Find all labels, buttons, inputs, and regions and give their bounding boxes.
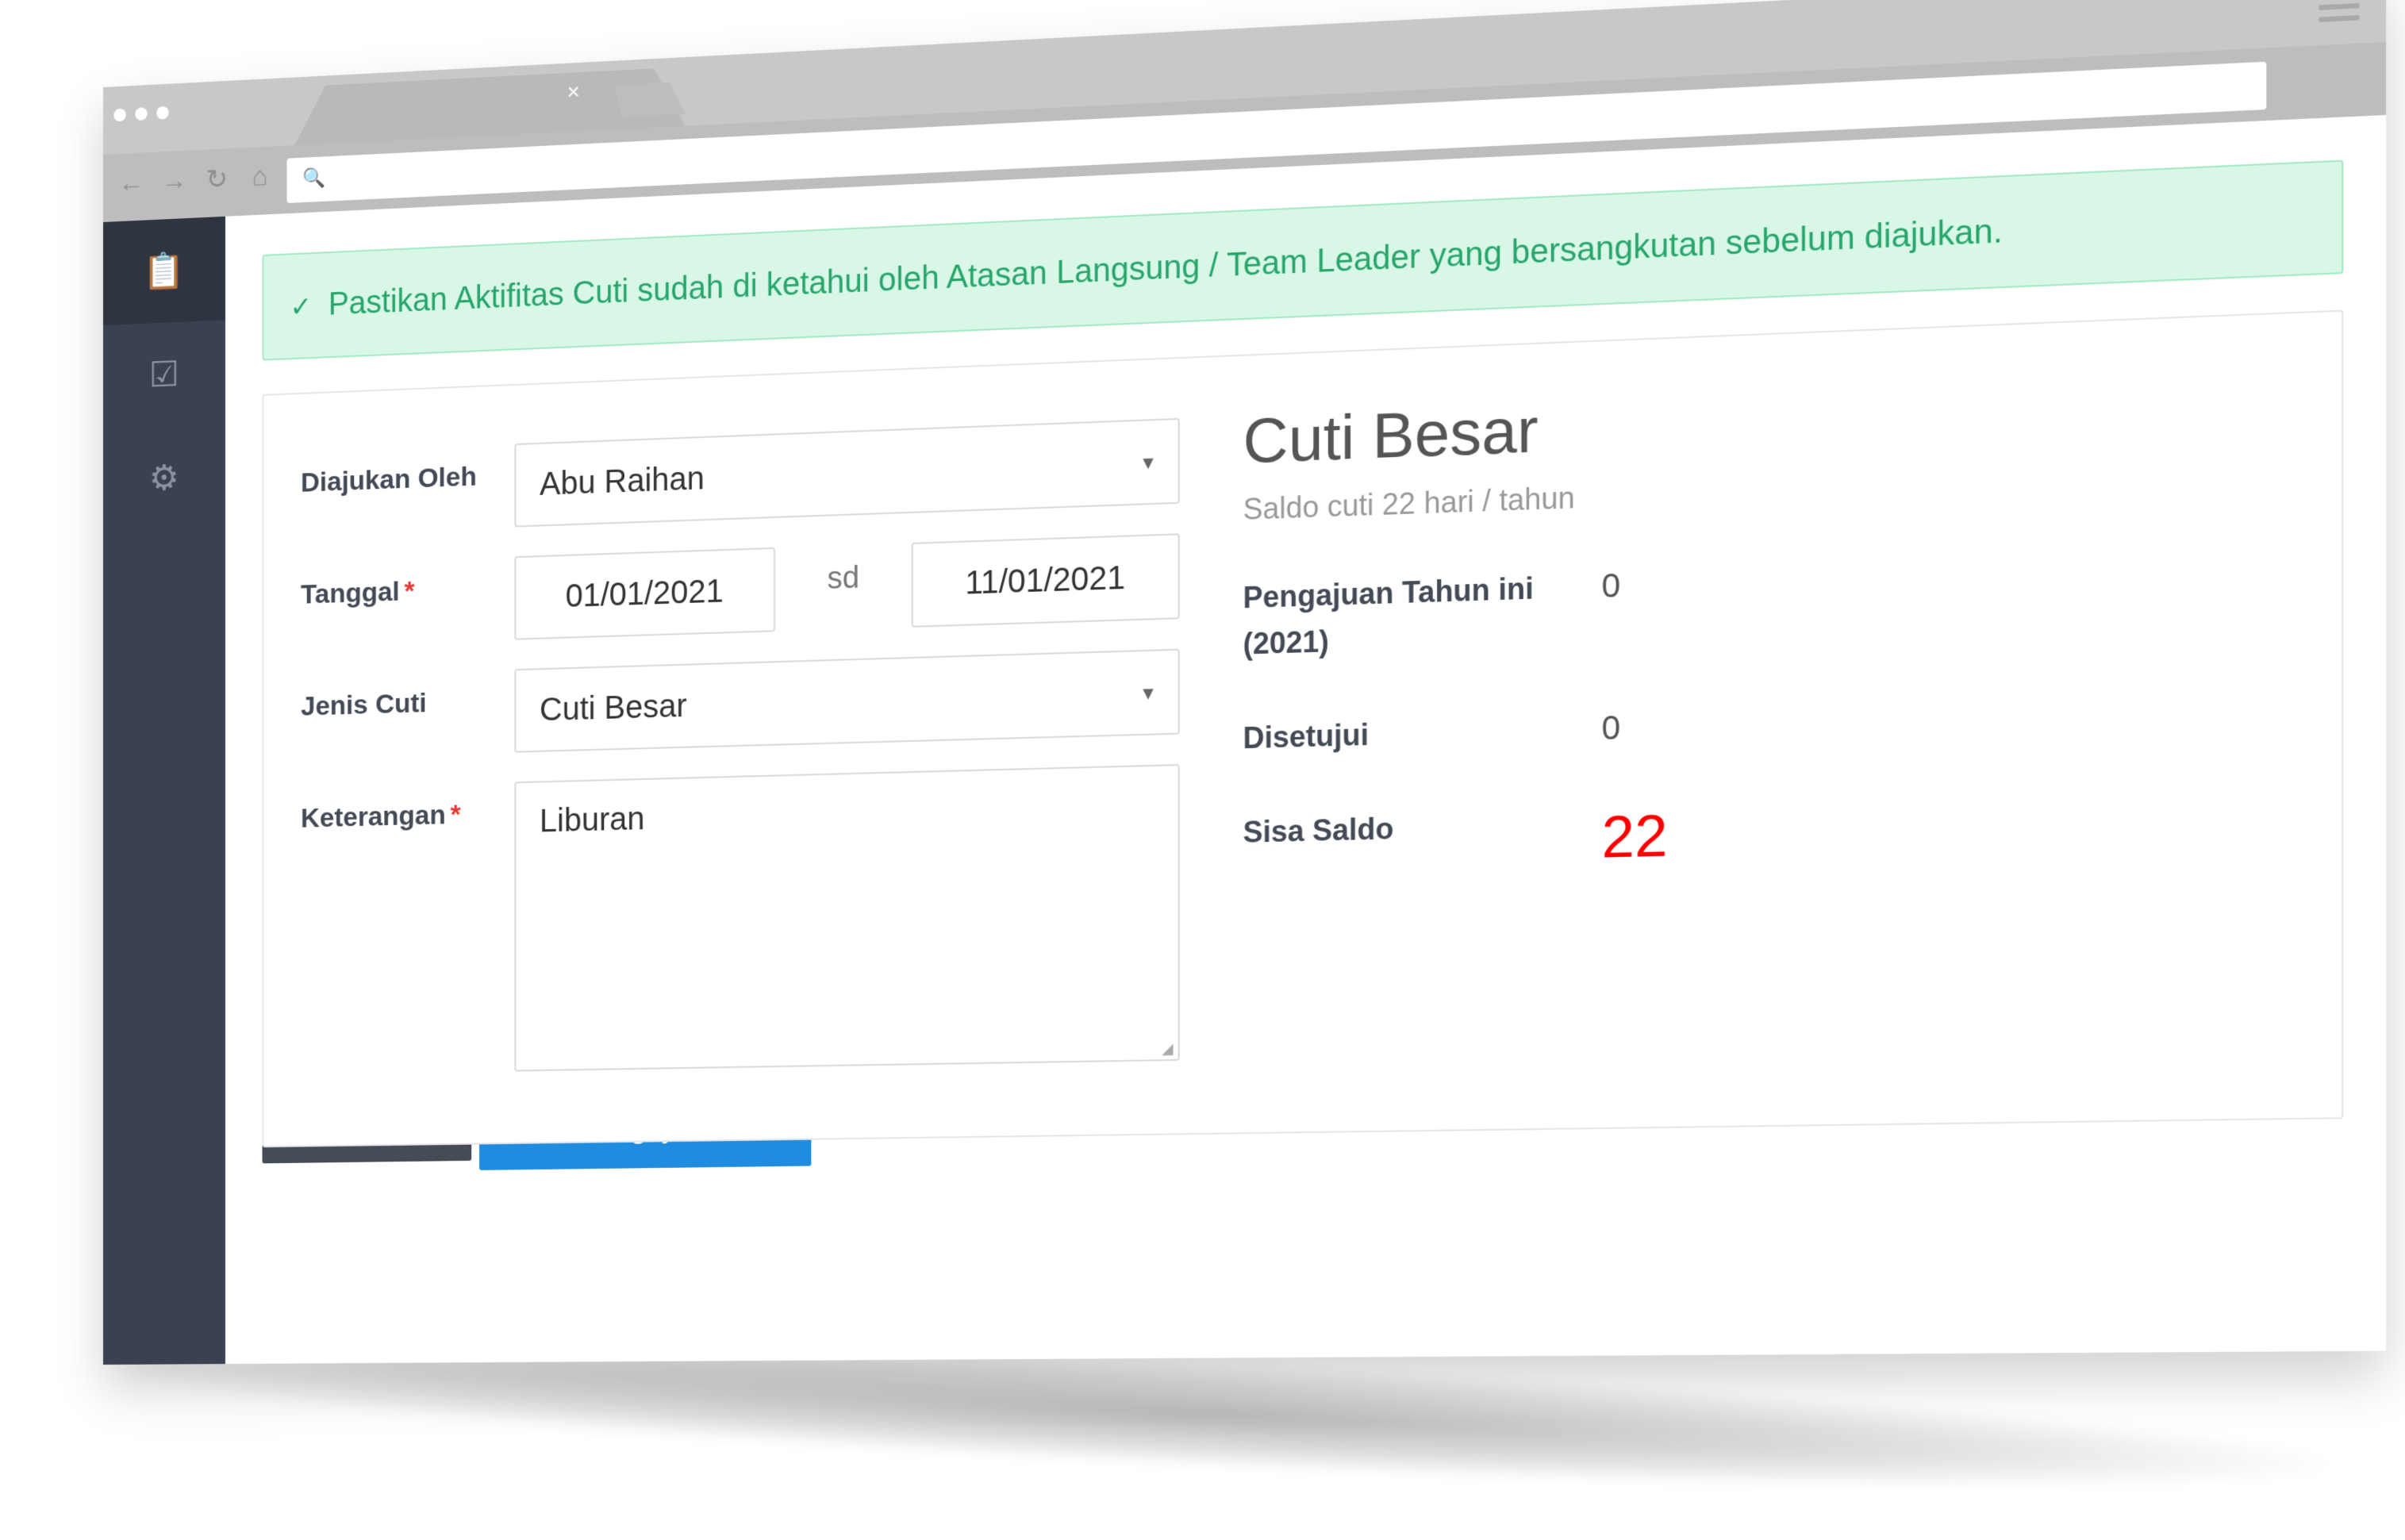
stat-value: 0	[1602, 705, 1621, 752]
date-from-value: 01/01/2021	[566, 573, 724, 614]
stat-submitted-this-year: Pengajuan Tahun ini (2021) 0	[1243, 550, 2004, 667]
stat-label: Sisa Saldo	[1243, 801, 1602, 879]
required-mark: *	[405, 576, 415, 607]
row-submitted-by: Diajukan Oleh Abu Raihan ▾	[301, 417, 1192, 535]
browser-window: × ← → ↻ ⌂ 🔍 📋 ☑ ⚙ ✓ Pastikan Aktifitas C…	[103, 0, 2386, 1365]
stat-label: Disetujui	[1243, 705, 1602, 762]
home-icon[interactable]: ⌂	[247, 161, 273, 194]
hamburger-menu-icon[interactable]	[2319, 0, 2359, 29]
page-content: 📋 ☑ ⚙ ✓ Pastikan Aktifitas Cuti sudah di…	[103, 115, 2386, 1365]
leave-type-select[interactable]: Cuti Besar ▾	[514, 649, 1179, 753]
maximize-window-dot[interactable]	[156, 106, 168, 120]
chevron-down-icon: ▾	[1143, 449, 1153, 475]
sidebar-item-approvals[interactable]: ☑	[103, 320, 225, 428]
minimize-window-dot[interactable]	[135, 107, 147, 121]
stat-remaining-balance: Sisa Saldo 22	[1243, 790, 2004, 878]
resize-grip-icon[interactable]: ◢	[1162, 1040, 1173, 1058]
nav-buttons: ← → ↻ ⌂	[118, 161, 273, 201]
clipboard-icon: 📋	[143, 249, 185, 292]
stat-label: Pengajuan Tahun ini (2021)	[1243, 563, 1602, 667]
summary-subtitle: Saldo cuti 22 hari / tahun	[1243, 465, 2004, 527]
clipboard-check-icon: ☑	[149, 353, 179, 395]
screenshot-stage: × ← → ↻ ⌂ 🔍 📋 ☑ ⚙ ✓ Pastikan Aktifitas C…	[0, 0, 2405, 1540]
back-icon[interactable]: ←	[118, 167, 144, 200]
stat-value: 0	[1602, 563, 1621, 657]
required-mark: *	[451, 799, 461, 830]
search-icon: 🔍	[302, 166, 325, 190]
sidebar-item-leave-request[interactable]: 📋	[103, 217, 225, 325]
sidebar: 📋 ☑ ⚙	[103, 217, 225, 1365]
alert-message: Pastikan Aktifitas Cuti sudah di ketahui…	[328, 213, 2003, 322]
leave-form: Diajukan Oleh Abu Raihan ▾ Tanggal * 01/…	[301, 417, 1192, 1104]
row-date: Tanggal * 01/01/2021 sd 11/01/2021	[301, 533, 1192, 647]
summary-title: Cuti Besar	[1243, 376, 2004, 478]
close-window-dot[interactable]	[113, 109, 125, 122]
main-panel: ✓ Pastikan Aktifitas Cuti sudah di ketah…	[225, 115, 2386, 1364]
date-label: Tanggal *	[301, 556, 514, 611]
check-icon: ✓	[290, 291, 312, 322]
date-to-value: 11/01/2021	[965, 559, 1125, 601]
chevron-down-icon: ▾	[1143, 680, 1153, 706]
row-leave-type: Jenis Cuti Cuti Besar ▾	[301, 648, 1192, 758]
submitted-by-select[interactable]: Abu Raihan ▾	[514, 418, 1179, 528]
date-to-input[interactable]: 11/01/2021	[912, 533, 1180, 628]
tab-close-icon[interactable]: ×	[567, 79, 580, 105]
leave-form-card: Diajukan Oleh Abu Raihan ▾ Tanggal * 01/…	[262, 310, 2343, 1148]
leave-type-value: Cuti Besar	[540, 688, 687, 728]
row-notes: Keterangan * Liburan ◢	[301, 764, 1192, 1075]
notes-value: Liburan	[540, 801, 644, 839]
notes-label: Keterangan *	[301, 782, 514, 835]
stat-approved: Disetujui 0	[1243, 694, 2004, 762]
submitted-by-label: Diajukan Oleh	[301, 444, 514, 499]
sidebar-item-settings[interactable]: ⚙	[103, 424, 225, 532]
reload-icon[interactable]: ↻	[204, 163, 230, 196]
remaining-balance-value: 22	[1602, 802, 1668, 870]
forward-icon[interactable]: →	[161, 165, 187, 198]
leave-type-label: Jenis Cuti	[301, 669, 514, 723]
notes-textarea[interactable]: Liburan ◢	[514, 764, 1179, 1072]
window-controls[interactable]	[113, 106, 168, 122]
date-from-input[interactable]: 01/01/2021	[514, 547, 775, 640]
gear-icon: ⚙	[149, 457, 179, 499]
leave-summary: Cuti Besar Saldo cuti 22 hari / tahun Pe…	[1243, 376, 2004, 879]
submitted-by-value: Abu Raihan	[540, 460, 705, 503]
date-separator: sd	[775, 543, 912, 598]
